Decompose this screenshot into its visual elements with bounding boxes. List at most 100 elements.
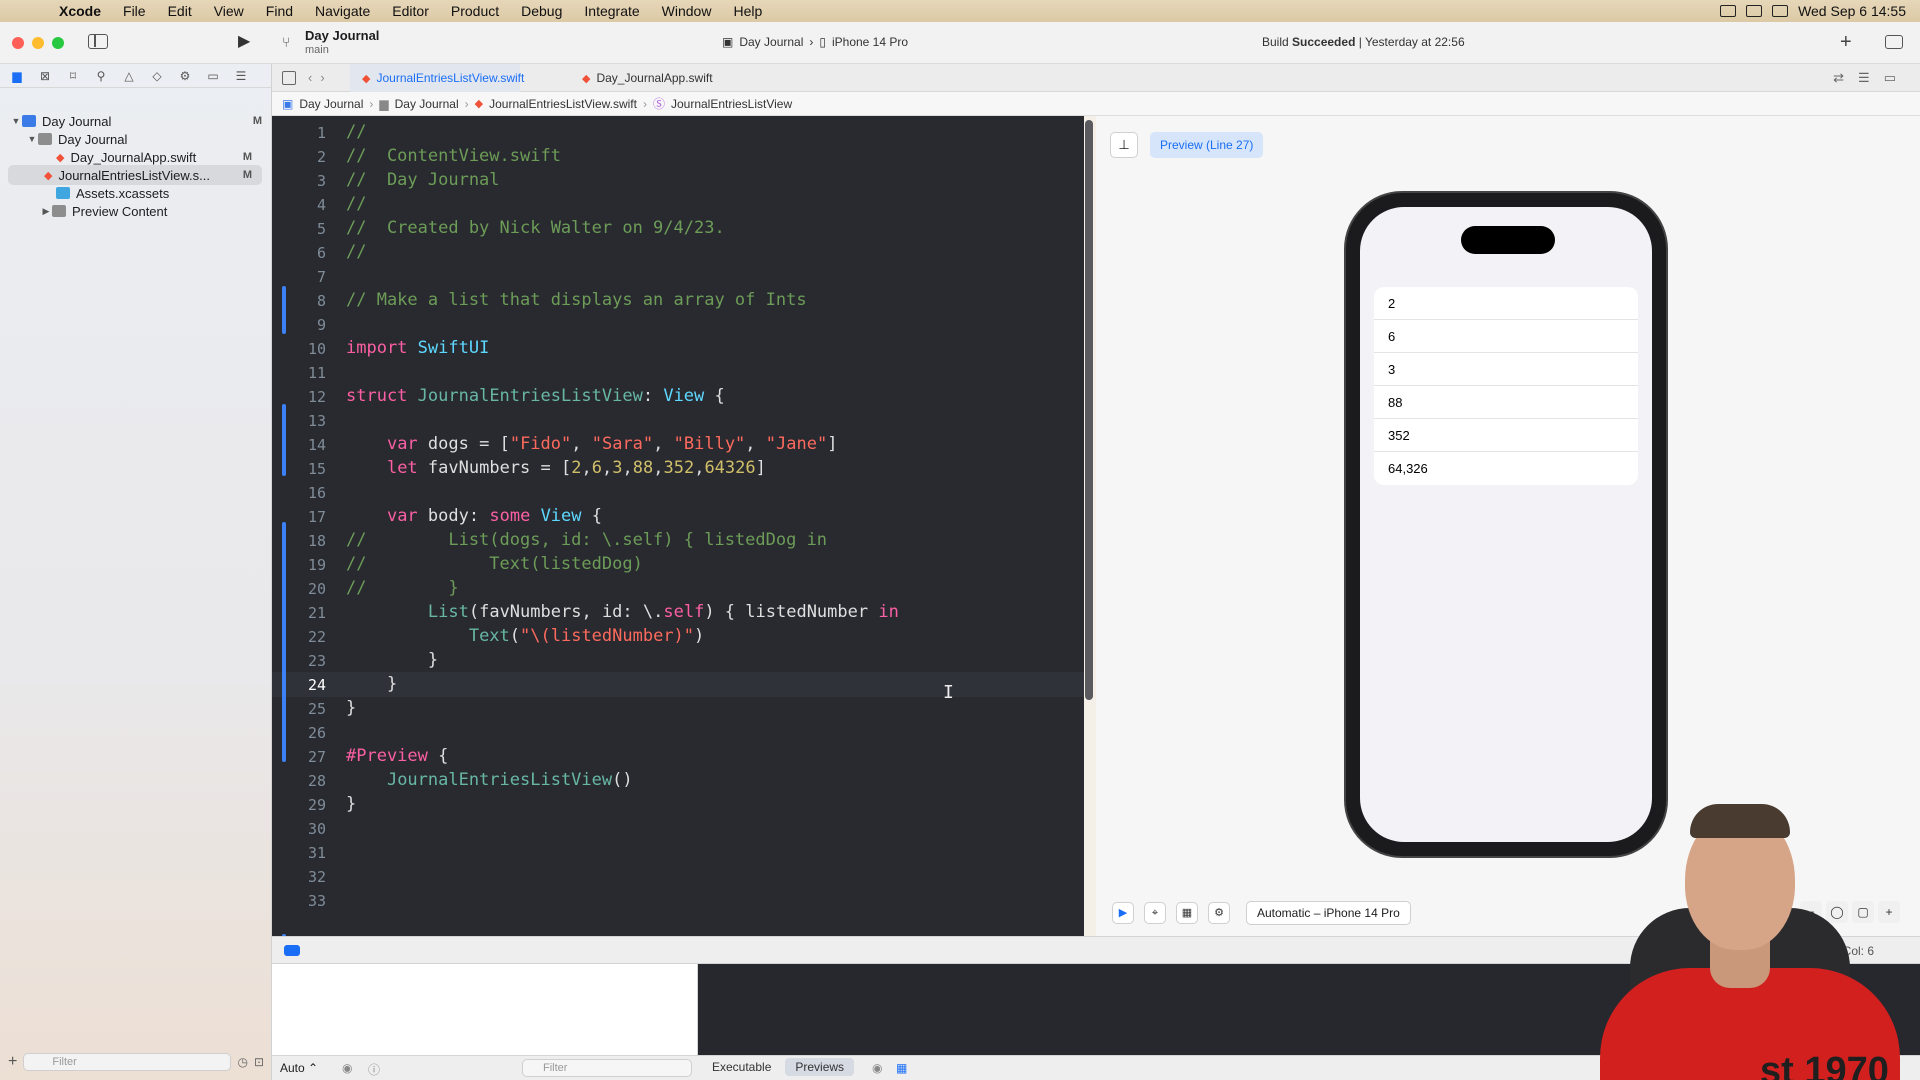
device-select[interactable]: Automatic – iPhone 14 Pro bbox=[1246, 901, 1411, 925]
eye-icon[interactable]: ◉ bbox=[872, 1061, 882, 1075]
code-line[interactable]: var dogs = ["Fido", "Sara", "Billy", "Ja… bbox=[346, 434, 838, 454]
menu-debug[interactable]: Debug bbox=[510, 3, 573, 19]
test-icon[interactable]: ◇ bbox=[149, 69, 165, 83]
source-filter-icon[interactable]: ⊡ bbox=[254, 1055, 264, 1069]
code-line[interactable]: } bbox=[346, 674, 397, 694]
segment-executable[interactable]: Executable bbox=[702, 1058, 781, 1076]
code-line[interactable]: // ContentView.swift bbox=[346, 146, 561, 166]
device-settings-button[interactable]: ⚙ bbox=[1208, 902, 1230, 924]
list-item[interactable]: 6 bbox=[1374, 320, 1638, 353]
menu-integrate[interactable]: Integrate bbox=[573, 3, 650, 19]
code-line[interactable]: // Text(listedDog) bbox=[346, 554, 643, 574]
scheme-selector[interactable]: ▣ Day Journal › ▯ iPhone 14 Pro bbox=[722, 35, 908, 49]
folder-icon[interactable]: ▆ bbox=[9, 69, 25, 83]
menu-view[interactable]: View bbox=[203, 3, 255, 19]
menu-editor[interactable]: Editor bbox=[381, 3, 440, 19]
list-item[interactable]: 64,326 bbox=[1374, 452, 1638, 485]
tree-item-project[interactable]: ▼ Day Journal M bbox=[10, 111, 272, 131]
jumpbar-group[interactable]: Day Journal bbox=[395, 97, 459, 111]
menu-window[interactable]: Window bbox=[651, 3, 723, 19]
tree-item-group[interactable]: ▼ Day Journal bbox=[26, 129, 288, 149]
menu-help[interactable]: Help bbox=[722, 3, 773, 19]
code-line[interactable]: } bbox=[346, 698, 356, 718]
tree-item-app-file[interactable]: ◆ Day_JournalApp.swift M bbox=[44, 147, 262, 167]
preview-list[interactable]: 2 6 3 88 352 64,326 bbox=[1374, 287, 1638, 485]
code-line[interactable]: } bbox=[346, 650, 438, 670]
apple-menu-icon[interactable] bbox=[16, 2, 34, 20]
debug-icon[interactable]: ⚙ bbox=[177, 69, 193, 83]
code-line[interactable]: // Make a list that displays an array of… bbox=[346, 290, 807, 310]
scheme-device[interactable]: iPhone 14 Pro bbox=[832, 35, 908, 49]
code-line[interactable]: #Preview { bbox=[346, 746, 448, 766]
breakpoint-icon[interactable]: ▭ bbox=[205, 69, 221, 83]
code-line[interactable]: // List(dogs, id: \.self) { listedDog in bbox=[346, 530, 827, 550]
tree-item-list-view-file[interactable]: ◆ JournalEntriesListView.s... M bbox=[8, 165, 262, 185]
code-line[interactable]: // bbox=[346, 242, 366, 262]
tab-app-file[interactable]: ◆ Day_JournalApp.swift bbox=[582, 64, 732, 92]
jumpbar-file[interactable]: JournalEntriesListView.swift bbox=[489, 97, 637, 111]
menu-find[interactable]: Find bbox=[255, 3, 304, 19]
code-line[interactable]: let favNumbers = [2,6,3,88,352,64326] bbox=[346, 458, 766, 478]
menu-app[interactable]: Xcode bbox=[48, 3, 112, 19]
code-line[interactable]: Text("\(listedNumber)") bbox=[346, 626, 704, 646]
run-button[interactable]: ▶ bbox=[238, 32, 256, 52]
search-icon[interactable]: ⚲ bbox=[93, 69, 109, 83]
code-line[interactable]: List(favNumbers, id: \.self) { listedNum… bbox=[346, 602, 899, 622]
editor-scrollbar[interactable] bbox=[1085, 120, 1093, 700]
preview-selector[interactable]: Preview (Line 27) bbox=[1150, 132, 1264, 158]
source-control-icon[interactable]: ⊠ bbox=[37, 69, 53, 83]
jumpbar-project[interactable]: Day Journal bbox=[299, 97, 363, 111]
minimize-window-button[interactable] bbox=[32, 37, 44, 49]
code-line[interactable]: // bbox=[346, 122, 366, 142]
live-mode-button[interactable]: ▶ bbox=[1112, 902, 1134, 924]
pin-preview-button[interactable]: ⊥ bbox=[1110, 132, 1138, 158]
navigator-filter-input[interactable]: Filter bbox=[23, 1053, 232, 1071]
menu-edit[interactable]: Edit bbox=[157, 3, 203, 19]
tree-item-assets[interactable]: Assets.xcassets bbox=[44, 183, 262, 203]
inspector-toggle-icon[interactable] bbox=[1885, 35, 1903, 49]
screen-mirroring-icon[interactable] bbox=[1720, 5, 1737, 17]
info-icon[interactable]: ⓘ bbox=[368, 1061, 380, 1078]
editor-options-icons[interactable]: ⇄☰▭ bbox=[1833, 70, 1910, 86]
variants-button[interactable]: ▦ bbox=[1176, 902, 1198, 924]
menu-navigate[interactable]: Navigate bbox=[304, 3, 381, 19]
eye-icon[interactable]: ◉ bbox=[342, 1061, 352, 1075]
segment-previews[interactable]: Previews bbox=[785, 1058, 855, 1076]
code-line[interactable]: struct JournalEntriesListView: View { bbox=[346, 386, 725, 406]
variables-scope-select[interactable]: Auto ⌃ bbox=[280, 1061, 318, 1075]
list-item[interactable]: 352 bbox=[1374, 419, 1638, 452]
close-window-button[interactable] bbox=[12, 37, 24, 49]
jumpbar-symbol[interactable]: JournalEntriesListView bbox=[671, 97, 792, 111]
code-line[interactable]: import SwiftUI bbox=[346, 338, 489, 358]
chevron-down-icon[interactable]: ▼ bbox=[10, 116, 22, 126]
add-button[interactable]: + bbox=[1840, 31, 1852, 54]
warning-icon[interactable]: △ bbox=[121, 69, 137, 83]
selectable-mode-button[interactable]: ⌖ bbox=[1144, 902, 1166, 924]
chevron-down-icon[interactable]: ▼ bbox=[26, 134, 38, 144]
code-line[interactable]: JournalEntriesListView() bbox=[346, 770, 633, 790]
code-line[interactable]: } bbox=[346, 794, 356, 814]
navigator-toggle-icon[interactable] bbox=[88, 34, 108, 49]
code-line[interactable]: var body: some View { bbox=[346, 506, 602, 526]
code-line[interactable]: // Day Journal bbox=[346, 170, 500, 190]
report-icon[interactable]: ☰ bbox=[233, 69, 249, 83]
menubar-clock[interactable]: Wed Sep 6 14:55 bbox=[1798, 3, 1906, 19]
back-forward-arrows-icon[interactable]: ‹› bbox=[308, 70, 333, 85]
debug-area-toggle-icon[interactable] bbox=[284, 945, 300, 956]
tree-item-preview-content[interactable]: ▶ Preview Content bbox=[40, 201, 262, 221]
menu-file[interactable]: File bbox=[112, 3, 157, 19]
project-title[interactable]: Day Journal bbox=[305, 28, 379, 43]
recent-filter-icon[interactable]: ◷ bbox=[237, 1055, 247, 1069]
iphone-screen[interactable]: 2 6 3 88 352 64,326 bbox=[1360, 207, 1652, 842]
code-line[interactable]: // } bbox=[346, 578, 459, 598]
bookmark-icon[interactable]: ⌑ bbox=[65, 69, 81, 83]
trash-icon[interactable]: ▦ bbox=[896, 1061, 907, 1075]
code-line[interactable]: // bbox=[346, 194, 366, 214]
scheme-target[interactable]: Day Journal bbox=[739, 35, 803, 49]
camera-icon[interactable] bbox=[1746, 5, 1763, 17]
related-items-icon[interactable] bbox=[282, 71, 296, 85]
list-item[interactable]: 3 bbox=[1374, 353, 1638, 386]
source-editor[interactable]: 1 2 3 4 5 6 7 8 9 10 11 12 13 14 15 16 1… bbox=[272, 116, 1084, 1006]
code-line[interactable]: // Created by Nick Walter on 9/4/23. bbox=[346, 218, 725, 238]
zoom-window-button[interactable] bbox=[52, 37, 64, 49]
